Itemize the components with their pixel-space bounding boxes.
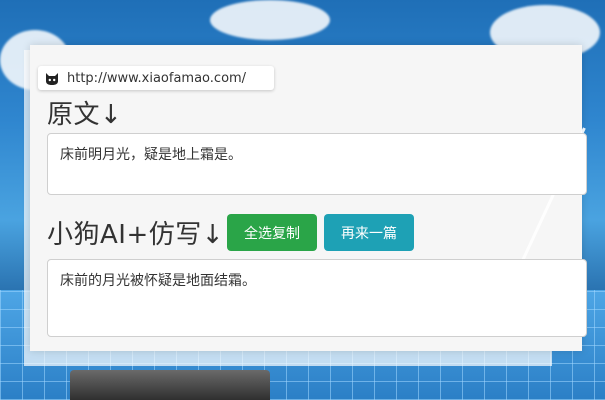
original-heading: 原文↓ (47, 100, 123, 130)
rewrite-textarea[interactable]: 床前的月光被怀疑是地面结霜。 (47, 259, 587, 337)
rewrite-heading: 小狗AI+仿写↓ (47, 220, 225, 250)
select-all-copy-button[interactable]: 全选复制 (227, 214, 317, 251)
original-textarea[interactable]: 床前明月光，疑是地上霜是。 (47, 133, 587, 195)
generate-again-button[interactable]: 再来一篇 (324, 214, 414, 251)
url-bar[interactable]: http://www.xiaofamao.com/ (38, 66, 274, 90)
url-text: http://www.xiaofamao.com/ (67, 70, 247, 86)
background-laptop (70, 370, 270, 400)
cat-face-icon (44, 70, 60, 86)
background-cloud (210, 0, 330, 40)
